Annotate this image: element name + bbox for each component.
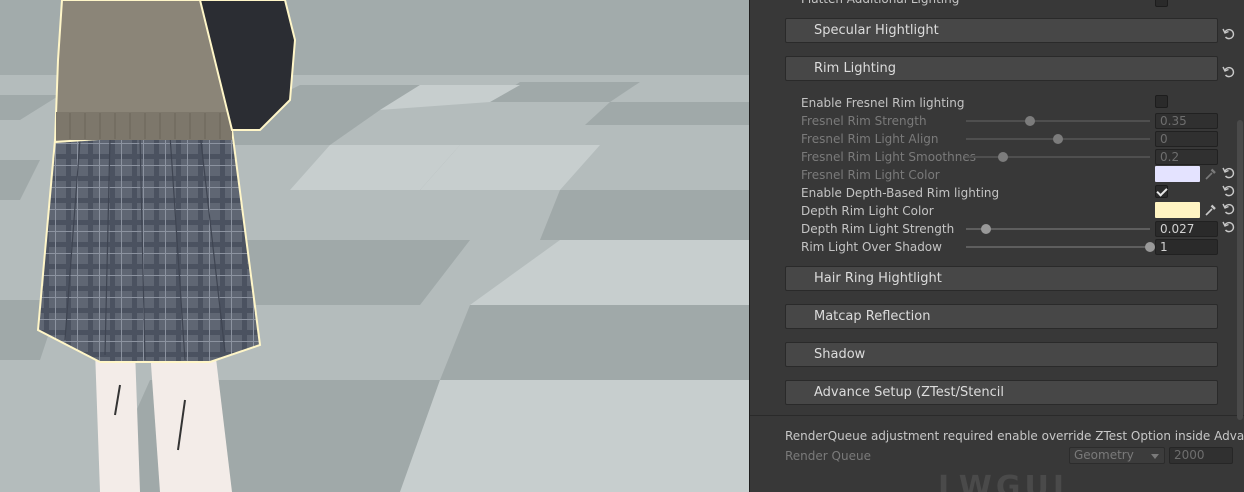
fresnel-align-slider[interactable] <box>966 130 1150 148</box>
slider-thumb[interactable] <box>997 152 1008 162</box>
section-hair-ring-highlight[interactable]: Hair Ring Hightlight <box>785 266 1218 291</box>
depth-color-label: Depth Rim Light Color <box>801 204 934 218</box>
scene-viewport[interactable] <box>0 0 749 492</box>
fresnel-align-field[interactable]: 0 <box>1155 131 1218 147</box>
enable-depth-checkbox[interactable] <box>1155 185 1168 198</box>
render-queue-info: RenderQueue adjustment required enable o… <box>785 429 1244 443</box>
fresnel-smoothness-label: Fresnel Rim Light Smoothnes <box>801 150 976 164</box>
eyedropper-icon[interactable] <box>1203 166 1217 182</box>
over-shadow-label: Rim Light Over Shadow <box>801 240 942 254</box>
over-shadow-field[interactable]: 1 <box>1155 239 1218 255</box>
section-matcap-reflection[interactable]: Matcap Reflection <box>785 304 1218 329</box>
enable-fresnel-checkbox[interactable] <box>1155 95 1168 108</box>
section-specular-title: Specular Hightlight <box>814 23 939 38</box>
fresnel-color-label: Fresnel Rim Light Color <box>801 168 940 182</box>
slider-thumb[interactable] <box>1025 116 1036 126</box>
chevron-down-icon <box>1151 454 1159 459</box>
fresnel-smoothness-slider[interactable] <box>966 148 1150 166</box>
reset-icon[interactable] <box>1222 220 1238 236</box>
section-hair-ring-title: Hair Ring Hightlight <box>814 271 942 286</box>
inspector-panel: Flatten Additional Lighting Specular Hig… <box>749 0 1244 492</box>
lwgui-logo: LWGUI <box>938 470 1069 492</box>
render-queue-label: Render Queue <box>785 449 871 463</box>
reset-icon[interactable] <box>1222 184 1238 200</box>
render-queue-dropdown[interactable]: Geometry <box>1069 447 1165 464</box>
section-advance-setup[interactable]: Advance Setup (ZTest/Stencil <box>785 380 1218 405</box>
fresnel-smoothness-field[interactable]: 0.2 <box>1155 149 1218 165</box>
slider-thumb[interactable] <box>1053 134 1063 144</box>
section-advance-title: Advance Setup (ZTest/Stencil <box>814 385 1004 400</box>
scene-render <box>0 0 749 492</box>
depth-strength-slider[interactable] <box>966 220 1150 238</box>
enable-fresnel-label: Enable Fresnel Rim lighting <box>801 96 965 110</box>
enable-depth-label: Enable Depth-Based Rim lighting <box>801 186 1000 200</box>
reset-icon[interactable] <box>1222 202 1238 218</box>
section-specular-highlight[interactable]: Specular Hightlight <box>785 18 1218 43</box>
fresnel-align-label: Fresnel Rim Light Align <box>801 132 939 146</box>
flatten-lighting-checkbox[interactable] <box>1155 0 1168 7</box>
fresnel-strength-label: Fresnel Rim Strength <box>801 114 927 128</box>
section-matcap-title: Matcap Reflection <box>814 309 931 324</box>
section-rim-title: Rim Lighting <box>814 61 896 76</box>
reset-icon[interactable] <box>1222 65 1238 81</box>
eyedropper-icon[interactable] <box>1203 202 1217 218</box>
render-queue-mode: Geometry <box>1074 448 1134 462</box>
reset-icon[interactable] <box>1222 27 1238 43</box>
depth-color-swatch[interactable] <box>1155 202 1200 218</box>
inspector-scrollbar[interactable] <box>1237 120 1243 420</box>
slider-thumb[interactable] <box>1145 242 1155 252</box>
render-queue-field[interactable]: 2000 <box>1169 447 1233 464</box>
flatten-lighting-label: Flatten Additional Lighting <box>801 0 959 8</box>
section-shadow-title: Shadow <box>814 347 866 362</box>
slider-thumb[interactable] <box>981 224 992 234</box>
fresnel-strength-field[interactable]: 0.35 <box>1155 113 1218 129</box>
fresnel-strength-slider[interactable] <box>966 112 1150 130</box>
depth-strength-label: Depth Rim Light Strength <box>801 222 955 236</box>
over-shadow-slider[interactable] <box>966 238 1155 256</box>
reset-icon[interactable] <box>1222 166 1238 182</box>
section-shadow[interactable]: Shadow <box>785 342 1218 367</box>
fresnel-color-swatch[interactable] <box>1155 166 1200 182</box>
section-rim-lighting[interactable]: Rim Lighting <box>785 56 1218 81</box>
depth-strength-field[interactable]: 0.027 <box>1155 221 1218 237</box>
divider <box>750 415 1244 416</box>
